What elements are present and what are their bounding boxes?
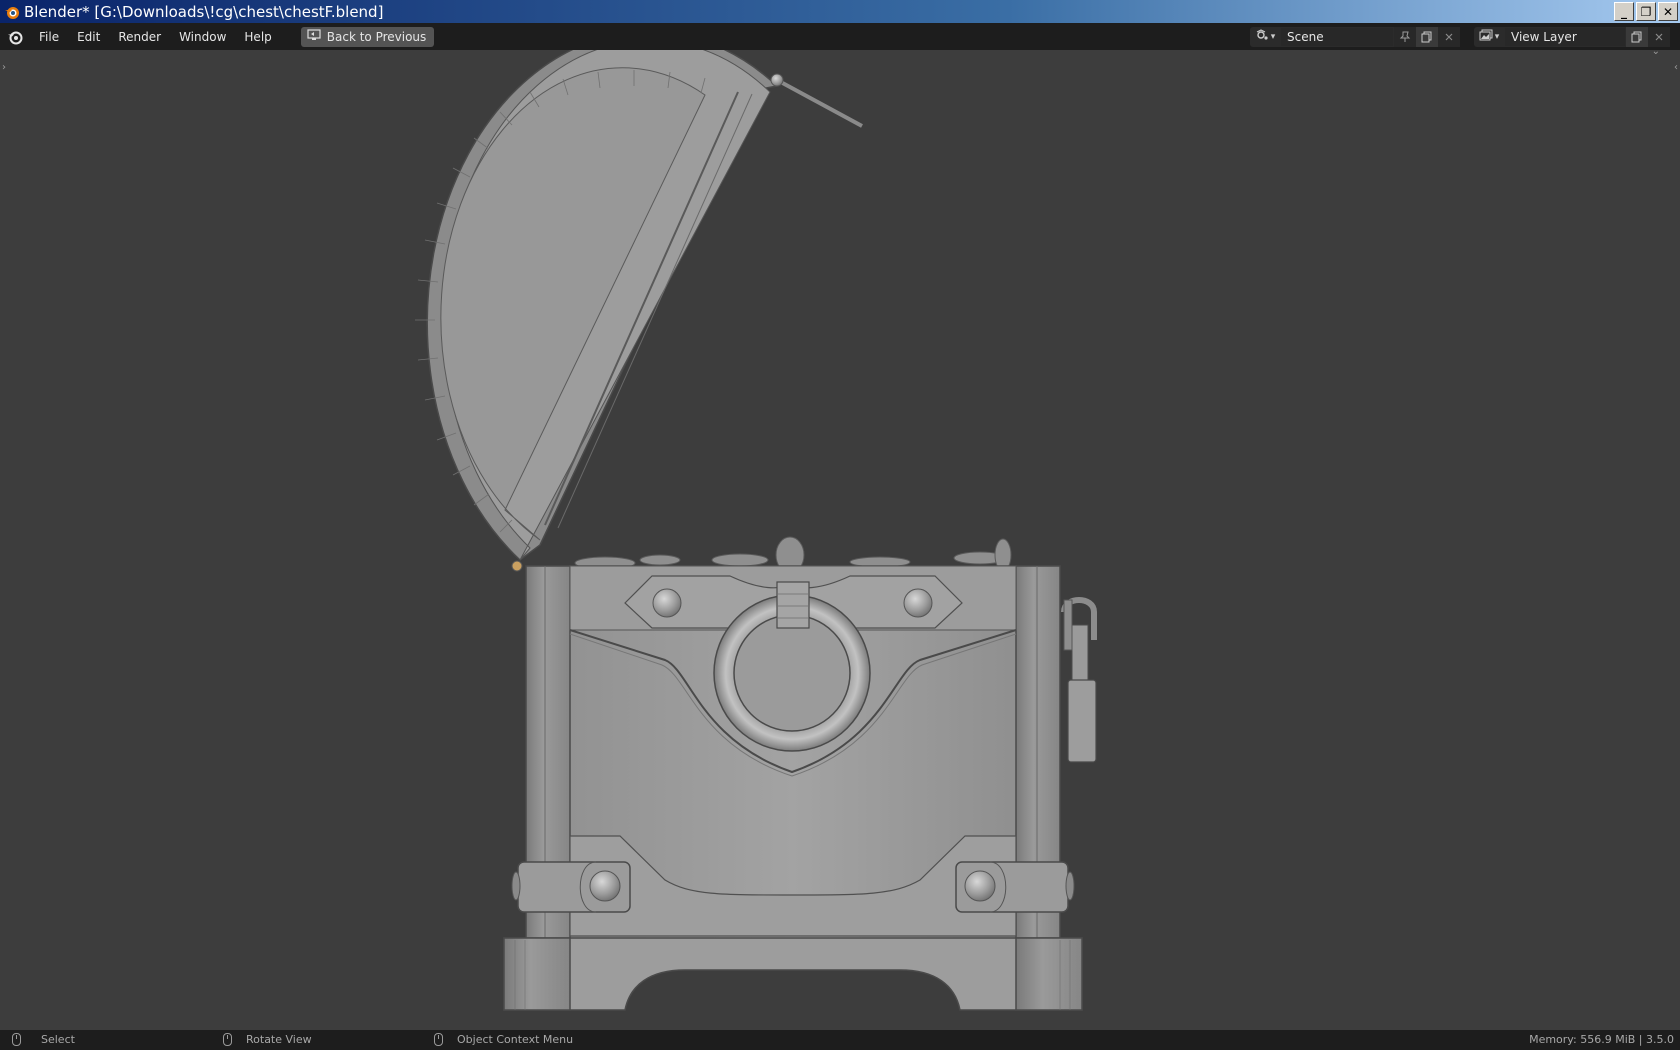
chest-lid <box>415 50 863 572</box>
status-bar: Select Rotate View Object Context Menu M… <box>0 1030 1680 1050</box>
menu-file[interactable]: File <box>30 26 68 48</box>
mouse-left-icon <box>12 1033 21 1046</box>
memory-stats: Memory: 556.9 MiB | 3.5.0 <box>1529 1033 1674 1046</box>
blender-app-icon <box>4 4 20 20</box>
screen-icon <box>307 29 321 44</box>
3d-viewport[interactable]: › ‹ ⌄ <box>0 46 1680 1034</box>
view-layer-selector-button[interactable]: ▾ <box>1474 26 1504 47</box>
mouse-middle-icon <box>223 1033 232 1046</box>
menu-render[interactable]: Render <box>109 26 170 48</box>
chest-model-render <box>415 50 1097 1011</box>
close-button[interactable]: ✕ <box>1658 2 1678 21</box>
scene-icon <box>1255 29 1269 44</box>
new-view-layer-icon[interactable] <box>1626 26 1648 47</box>
pin-icon[interactable] <box>1394 26 1416 47</box>
blender-menu-icon[interactable] <box>0 23 30 50</box>
delete-view-layer-icon[interactable] <box>1648 26 1670 47</box>
chest-body <box>503 565 1097 1011</box>
menu-help[interactable]: Help <box>235 26 280 48</box>
status-context-menu-label: Object Context Menu <box>457 1033 574 1046</box>
minimize-button[interactable]: _ <box>1614 2 1634 21</box>
new-scene-icon[interactable] <box>1416 26 1438 47</box>
window-title: Blender* [G:\Downloads\!cg\chest\chestF.… <box>24 2 384 21</box>
restore-button[interactable]: ❐ <box>1636 2 1656 21</box>
back-to-previous-label: Back to Previous <box>326 29 427 44</box>
mouse-right-icon <box>434 1033 443 1046</box>
menu-window[interactable]: Window <box>170 26 235 48</box>
scene-selector-button[interactable]: ▾ <box>1250 26 1280 47</box>
chevron-down-icon: ▾ <box>1494 31 1500 42</box>
status-select-label: Select <box>41 1033 75 1046</box>
status-rotate: Rotate View <box>223 1033 312 1046</box>
top-menu-bar: File Edit Render Window Help Back to Pre… <box>0 23 1680 50</box>
status-rotate-label: Rotate View <box>246 1033 312 1046</box>
window-title-bar: Blender* [G:\Downloads\!cg\chest\chestF.… <box>0 0 1680 23</box>
view-layer-name-field[interactable]: View Layer <box>1504 26 1626 47</box>
back-to-previous-button[interactable]: Back to Previous <box>300 26 435 47</box>
scene-name-field[interactable]: Scene <box>1280 26 1394 47</box>
chevron-down-icon: ▾ <box>1270 31 1276 42</box>
status-context-menu: Object Context Menu <box>434 1033 573 1046</box>
menu-edit[interactable]: Edit <box>68 26 109 48</box>
delete-scene-icon[interactable] <box>1438 26 1460 47</box>
view-layer-icon <box>1479 29 1493 44</box>
status-select: Select <box>12 1033 75 1046</box>
